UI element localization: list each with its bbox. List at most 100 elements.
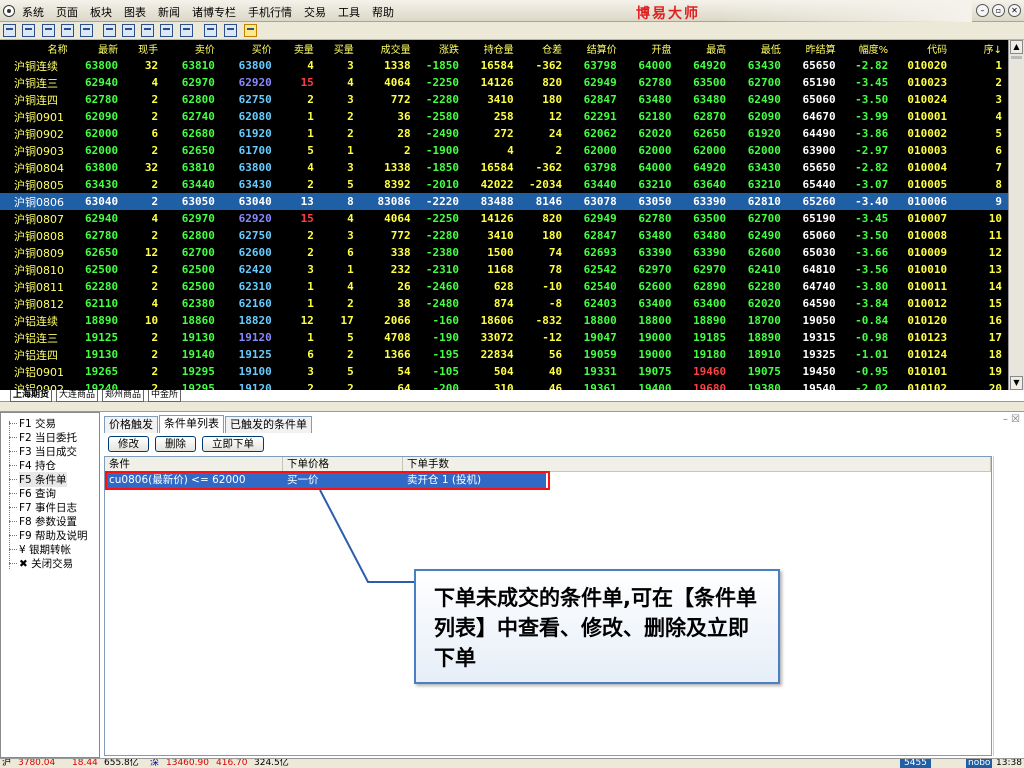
refresh-icon[interactable] [103,24,116,37]
col-header[interactable]: 序↓ [953,40,1008,57]
table-row[interactable]: 沪铜0812 62110 4 62380 62160 1 2 38 -2480 874 -8 6240… [0,295,1008,312]
flash-icon[interactable] [244,24,257,37]
menu-trade[interactable]: 交易 [304,4,326,20]
delete-button[interactable]: 删除 [155,436,196,452]
table-row[interactable]: 沪铝连四 19130 2 19140 19125 6 2 1366 -195 22834 56 190… [0,346,1008,363]
table-row[interactable]: 沪铜连四 62780 2 62800 62750 2 3 772 -2280 3410 180 628… [0,91,1008,108]
col-header[interactable]: 现手 [124,40,164,57]
menu-page[interactable]: 页面 [56,4,78,20]
place-now-button[interactable]: 立即下单 [202,436,264,452]
table-row[interactable]: 沪铝连续 18890 10 18860 18820 12 17 2066 -160 18606 -8… [0,312,1008,329]
window-icon[interactable] [3,24,16,37]
export-icon[interactable] [180,24,193,37]
table-row[interactable]: 沪铜0809 62650 12 62700 62600 2 6 338 -2380 1500 74 6… [0,244,1008,261]
nav-query[interactable]: F6 查询 [9,486,56,500]
pin2-icon[interactable] [141,24,154,37]
line-chart-icon[interactable] [22,24,35,37]
col-header[interactable]: 昨结算 [787,40,842,57]
col-header[interactable]: 成交量 [360,40,417,57]
col-header[interactable]: 卖量 [278,40,320,57]
nav-today-trades[interactable]: F3 当日成交 [9,444,77,458]
menu-chart[interactable]: 图表 [124,4,146,20]
table-row[interactable]: 沪铜0808 62780 2 62800 62750 2 3 772 -2280 3410 180 6… [0,227,1008,244]
col-header[interactable]: 幅度% [842,40,895,57]
menu-system[interactable]: 系统 [22,4,44,20]
col-header[interactable]: 开盘 [623,40,678,57]
tab-order-list[interactable]: 条件单列表 [159,415,224,433]
nav-today-orders[interactable]: F2 当日委托 [9,430,77,444]
menu-tools[interactable]: 工具 [338,4,360,20]
minimize-icon[interactable]: – [976,4,989,17]
col-header[interactable]: 买价 [221,40,278,57]
col-header[interactable]: 结算价 [568,40,623,57]
scroll-thumb[interactable] [1011,56,1022,59]
tab-cffex[interactable]: 中金所 [148,390,182,402]
grid-icon[interactable] [42,24,55,37]
nav-event-log[interactable]: F7 事件日志 [9,500,77,514]
menu-mobile-quotes[interactable]: 手机行情 [248,4,292,20]
nav-settings[interactable]: F8 参数设置 [9,514,77,528]
close-icon[interactable]: ✕ [1008,4,1021,17]
col-header[interactable]: 卖价 [164,40,221,57]
system-menu-icon[interactable] [3,5,15,17]
table-row[interactable]: 沪铜连续 63800 32 63810 63800 4 3 1338 -1850 16584 -36… [0,57,1008,74]
nav-close-trade[interactable]: ✖ 关闭交易 [9,556,73,570]
col-header[interactable]: 代码 [894,40,953,57]
table-row[interactable]: 沪铜0901 62090 2 62740 62080 1 2 36 -2580 258 12 6229… [0,108,1008,125]
table-row[interactable]: 沪铝0902 19240 2 19295 19120 2 2 64 -200 310 46 19361… [0,380,1008,390]
table-icon[interactable] [61,24,74,37]
col-order-price[interactable]: 下单价格 [283,457,403,472]
nav-conditional-orders[interactable]: F5 条件单 [9,471,67,487]
panel-close-icon[interactable]: – ☒ [1003,414,1020,425]
tab-price-trigger[interactable]: 价格触发 [104,416,158,433]
tab-triggered-orders[interactable]: 已触发的条件单 [225,416,312,433]
table-row[interactable]: 沪铜连三 62940 4 62970 62920 15 4 4064 -2250 14126 820… [0,74,1008,91]
table-row[interactable]: 沪铜0805 63430 2 63440 63430 2 5 8392 -2010 42022 -2… [0,176,1008,193]
tab-czce[interactable]: 郑州商品 [102,390,145,402]
menu-news[interactable]: 新闻 [158,4,180,20]
col-header[interactable]: 涨跌 [417,40,465,57]
report-icon[interactable] [80,24,93,37]
table-row[interactable]: 沪铜0903 62000 2 62650 61700 5 1 2 -1900 4 2 62000 620… [0,142,1008,159]
table-row[interactable]: 沪铜0810 62500 2 62500 62420 3 1 232 -2310 1168 78 62… [0,261,1008,278]
quote-scrollbar[interactable]: ▲ ▼ [1008,40,1024,390]
splitter[interactable] [0,402,1024,412]
pin-icon[interactable] [122,24,135,37]
menu-help[interactable]: 帮助 [372,4,394,20]
table-row[interactable]: 沪铜0811 62280 2 62500 62310 1 4 26 -2460 628 -10 625… [0,278,1008,295]
nav-help[interactable]: F9 帮助及说明 [9,528,88,542]
scroll-up-icon[interactable]: ▲ [1010,40,1023,54]
col-order-qty[interactable]: 下单手数 [403,457,991,472]
col-header[interactable]: 持仓量 [465,40,520,57]
scroll-down-icon[interactable]: ▼ [1010,376,1023,390]
table-row[interactable]: 沪铝连三 19125 2 19130 19120 1 5 4708 -190 33072 -12 19… [0,329,1008,346]
quote-table[interactable]: 名称 最新 现手 卖价 买价 卖量 买量 成交量 涨跌 持仓量 仓差 结算价 开盘 最高 最低 昨结算 幅度% 代… [0,40,1008,390]
col-header[interactable]: 名称 [0,40,74,57]
table-row[interactable]: 沪铜0807 62940 4 62970 62920 15 4 4064 -2250 14126 8… [0,210,1008,227]
cell-prev: 65030 [802,246,836,259]
restore-icon[interactable]: ▫ [992,4,1005,17]
col-header[interactable]: 最低 [732,40,787,57]
menu-column[interactable]: 诸博专栏 [192,4,236,20]
cell-chg: -105 [432,365,459,378]
col-header[interactable]: 买量 [320,40,360,57]
modify-button[interactable]: 修改 [108,436,149,452]
table-row[interactable]: 沪铝0901 19265 2 19295 19100 3 5 54 -105 504 40 19331… [0,363,1008,380]
col-header[interactable]: 仓差 [520,40,568,57]
col-condition[interactable]: 条件 [105,457,283,472]
nav-trade[interactable]: F1 交易 [9,416,56,430]
tab-shfe[interactable]: 上海期货 [10,390,53,402]
tab-dce[interactable]: 大连商品 [56,390,99,402]
menu-sector[interactable]: 板块 [90,4,112,20]
table-row[interactable]: 沪铜0806 63040 2 63050 63040 13 8 83086 -2220 83488… [0,193,1008,210]
col-header[interactable]: 最高 [677,40,732,57]
timer-icon[interactable] [160,24,173,37]
table-row[interactable]: 沪铜0804 63800 32 63810 63800 4 3 1338 -1850 16584 -… [0,159,1008,176]
table-row[interactable]: 沪铜0902 62000 6 62680 61920 1 2 28 -2490 272 24 6206… [0,125,1008,142]
cell-chg: -2250 [425,76,459,89]
nav-positions[interactable]: F4 持仓 [9,458,56,472]
col-header[interactable]: 最新 [74,40,125,57]
nav-bank-transfer[interactable]: ¥ 银期转帐 [9,542,71,556]
group-icon[interactable] [224,24,237,37]
alert-icon[interactable] [204,24,217,37]
